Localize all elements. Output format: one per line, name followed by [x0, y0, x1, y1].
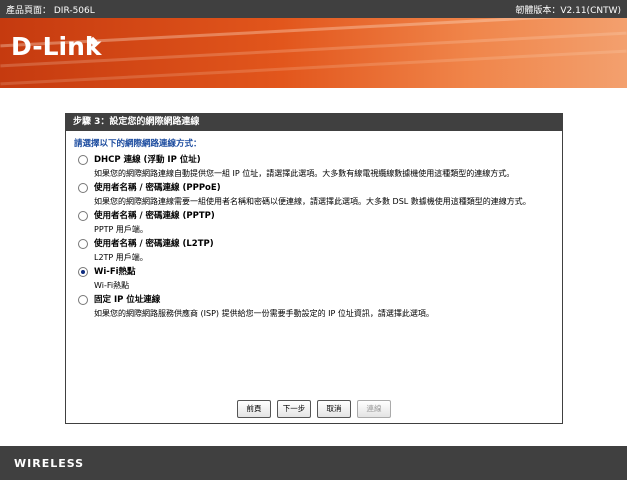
- option-dhcp-label: DHCP 連線 (浮動 IP 位址): [94, 155, 201, 165]
- option-l2tp[interactable]: 使用者名稱 / 密碼連線 (L2TP) L2TP 用戶端。: [74, 236, 554, 264]
- radio-wifi-hotspot[interactable]: [78, 267, 88, 277]
- option-wifi-hotspot-description: Wi-Fi熱點: [94, 281, 130, 290]
- product-page-label: 產品頁面： DIR-506L: [6, 6, 95, 16]
- option-l2tp-label: 使用者名稱 / 密碼連線 (L2TP): [94, 239, 214, 249]
- option-pptp-label: 使用者名稱 / 密碼連線 (PPTP): [94, 211, 215, 221]
- option-pppoe-label: 使用者名稱 / 密碼連線 (PPPoE): [94, 183, 221, 193]
- radio-l2tp[interactable]: [78, 239, 88, 249]
- option-dhcp[interactable]: DHCP 連線 (浮動 IP 位址) 如果您的網際網路連線自動提供您一組 IP …: [74, 152, 554, 180]
- main-content: 步驟 3：設定您的網際網路連線 請選擇以下的網際網路連線方式： DHCP 連線 …: [0, 88, 627, 432]
- footer-bar: WIRELESS: [0, 446, 627, 480]
- wizard-step-title: 步驟 3：設定您的網際網路連線: [66, 114, 562, 131]
- radio-pptp[interactable]: [78, 211, 88, 221]
- radio-pppoe[interactable]: [78, 183, 88, 193]
- option-pppoe-description: 如果您的網際網路連線需要一組使用者名稱和密碼以便連線，請選擇此選項。大多數 DS…: [94, 197, 531, 206]
- connection-instruction: 請選擇以下的網際網路連線方式：: [74, 139, 202, 149]
- option-dhcp-description: 如果您的網際網路連線自動提供您一組 IP 位址，請選擇此選項。大多數有線電視纜線…: [94, 169, 515, 178]
- radio-static-ip[interactable]: [78, 295, 88, 305]
- header-banner: D-Link: [0, 18, 627, 88]
- wizard-buttons: 前頁 下一步 取消 連線: [66, 400, 562, 418]
- option-static-ip-label: 固定 IP 位址連線: [94, 295, 161, 305]
- connect-button[interactable]: 連線: [357, 400, 391, 418]
- wireless-label: WIRELESS: [14, 457, 85, 470]
- option-static-ip[interactable]: 固定 IP 位址連線 如果您的網際網路服務供應商 (ISP) 提供給您一份需要手…: [74, 292, 554, 320]
- option-pptp-description: PPTP 用戶端。: [94, 225, 148, 234]
- radio-dhcp[interactable]: [78, 155, 88, 165]
- top-info-bar: 產品頁面： DIR-506L 韌體版本：V2.11(CNTW): [0, 0, 627, 18]
- option-static-ip-description: 如果您的網際網路服務供應商 (ISP) 提供給您一份需要手動設定的 IP 位址資…: [94, 309, 434, 318]
- option-wifi-hotspot-label: Wi-Fi熱點: [94, 267, 136, 277]
- option-wifi-hotspot[interactable]: Wi-Fi熱點 Wi-Fi熱點: [74, 264, 554, 292]
- connection-wizard-panel: 步驟 3：設定您的網際網路連線 請選擇以下的網際網路連線方式： DHCP 連線 …: [65, 113, 563, 424]
- option-pppoe[interactable]: 使用者名稱 / 密碼連線 (PPPoE) 如果您的網際網路連線需要一組使用者名稱…: [74, 180, 554, 208]
- firmware-version-label: 韌體版本：V2.11(CNTW): [515, 6, 621, 16]
- prev-button[interactable]: 前頁: [237, 400, 271, 418]
- option-pptp[interactable]: 使用者名稱 / 密碼連線 (PPTP) PPTP 用戶端。: [74, 208, 554, 236]
- dlink-logo: D-Link: [11, 32, 102, 61]
- next-button[interactable]: 下一步: [277, 400, 311, 418]
- cancel-button[interactable]: 取消: [317, 400, 351, 418]
- option-l2tp-description: L2TP 用戶端。: [94, 253, 148, 262]
